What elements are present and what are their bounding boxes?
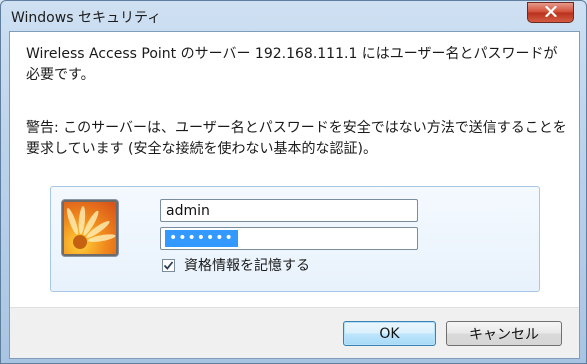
credentials-panel: ••••••• 資格情報を記憶する: [50, 186, 540, 292]
remember-checkbox[interactable]: [162, 258, 175, 272]
title-bar[interactable]: Windows セキュリティ: [1, 1, 587, 31]
security-warning: 警告: このサーバーは、ユーザー名とパスワードを安全ではない方法で送信することを…: [26, 120, 567, 157]
window-title: Windows セキュリティ: [11, 10, 162, 26]
security-dialog-window: Windows セキュリティ Wireless Access Point のサー…: [0, 0, 587, 364]
close-icon: [544, 5, 557, 20]
password-mask: •••••••: [165, 230, 238, 247]
button-bar: OK キャンセル: [10, 307, 579, 358]
auth-message: Wireless Access Point のサーバー 192.168.111.…: [26, 46, 558, 83]
cancel-button[interactable]: キャンセル: [446, 321, 562, 346]
remember-credentials-option[interactable]: 資格情報を記憶する: [162, 255, 310, 275]
remember-label: 資格情報を記憶する: [184, 258, 310, 274]
dialog-content: Wireless Access Point のサーバー 192.168.111.…: [9, 31, 580, 359]
checkmark-icon: [163, 260, 174, 270]
username-input[interactable]: [160, 199, 418, 222]
close-button[interactable]: [527, 2, 574, 23]
user-avatar-flower-icon: [61, 199, 119, 257]
password-input[interactable]: •••••••: [160, 227, 418, 250]
ok-button[interactable]: OK: [343, 321, 436, 346]
